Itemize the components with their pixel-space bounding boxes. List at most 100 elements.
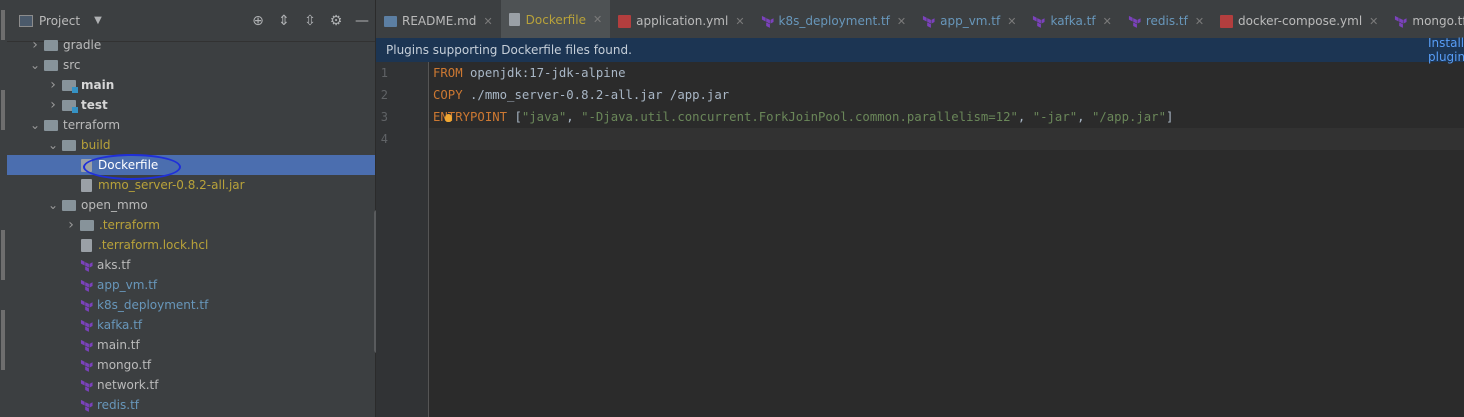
file-icon xyxy=(508,13,520,26)
tree-item-label: gradle xyxy=(63,38,102,52)
folder-icon xyxy=(62,199,76,211)
markdown-icon xyxy=(384,15,397,27)
terraform-icon xyxy=(80,299,93,312)
tree-item-mmo-server-0-8-2-all-jar[interactable]: mmo_server-0.8.2-all.jar xyxy=(7,175,375,195)
terraform-icon xyxy=(80,379,93,392)
tree-item-label: k8s_deployment.tf xyxy=(97,298,209,312)
folder-icon xyxy=(44,39,58,51)
expand-all-icon[interactable]: ⇕ xyxy=(271,13,297,29)
string-literal: "java" xyxy=(521,110,567,124)
tab-app-vm-tf[interactable]: app_vm.tf ✕ xyxy=(914,0,1024,41)
close-icon[interactable]: ✕ xyxy=(1195,15,1204,28)
project-tool-tab[interactable] xyxy=(1,10,5,40)
tab-readme-md[interactable]: README.md ✕ xyxy=(376,0,501,41)
folder-icon xyxy=(80,219,94,231)
tab-dockerfile[interactable]: Dockerfile ✕ xyxy=(500,0,611,41)
project-icon xyxy=(19,14,33,27)
tab-label: Dockerfile xyxy=(525,12,586,27)
tree-item-label: main xyxy=(81,78,115,92)
line-number: 3 xyxy=(380,110,388,124)
tree-item-network-tf[interactable]: network.tf xyxy=(7,375,375,395)
tab-label: app_vm.tf xyxy=(940,14,1001,28)
banner-text: Plugins supporting Dockerfile files foun… xyxy=(386,43,632,57)
source-folder-icon xyxy=(62,99,78,113)
line-number: 1 xyxy=(380,66,388,80)
tree-item-label: app_vm.tf xyxy=(97,278,158,292)
current-line-highlight xyxy=(429,128,1464,150)
terraform-icon xyxy=(1394,15,1407,28)
terraform-icon xyxy=(80,399,93,412)
tree-item-mongo-tf[interactable]: mongo.tf xyxy=(7,355,375,375)
chevron-right-icon[interactable]: › xyxy=(65,217,77,233)
terraform-icon xyxy=(80,279,93,292)
gear-icon[interactable]: ⚙ xyxy=(323,13,349,29)
tree-item-label: .terraform.lock.hcl xyxy=(98,238,209,252)
tree-item-kafka-tf[interactable]: kafka.tf xyxy=(7,315,375,335)
tree-item-test[interactable]: › test xyxy=(7,95,375,115)
line-number: 2 xyxy=(380,88,388,102)
tree-item-label: redis.tf xyxy=(97,398,139,412)
chevron-right-icon[interactable]: › xyxy=(47,97,59,113)
tree-item-app-vm-tf[interactable]: app_vm.tf xyxy=(7,275,375,295)
code-editor[interactable]: FROM openjdk:17-jdk-alpine COPY ./mmo_ser… xyxy=(429,62,1464,417)
plugin-banner: Plugins supporting Dockerfile files foun… xyxy=(376,36,1464,64)
close-icon[interactable]: ✕ xyxy=(1369,15,1378,28)
install-plugins-link[interactable]: Install plugins xyxy=(1428,36,1464,64)
close-icon[interactable]: ✕ xyxy=(735,15,744,28)
chevron-down-icon[interactable]: ⌄ xyxy=(29,58,41,72)
chevron-right-icon[interactable]: › xyxy=(47,77,59,93)
tree-item-label: test xyxy=(81,98,108,112)
tab-application-yml[interactable]: application.yml ✕ xyxy=(610,0,752,41)
bookmarks-tool-tab[interactable] xyxy=(1,230,5,280)
string-literal: "-Djava.util.concurrent.ForkJoinPool.com… xyxy=(581,110,1018,124)
locate-icon[interactable]: ⊕ xyxy=(245,13,271,29)
chevron-down-icon[interactable]: ▼ xyxy=(94,15,102,26)
terraform-icon xyxy=(80,339,93,352)
structure-tool-tab[interactable] xyxy=(1,90,5,130)
lightbulb-icon[interactable] xyxy=(445,114,452,122)
project-title[interactable]: Project xyxy=(39,14,80,28)
folder-icon xyxy=(44,119,58,131)
terraform-icon xyxy=(80,259,93,272)
tab-docker-compose-yml[interactable]: docker-compose.yml ✕ xyxy=(1212,0,1386,41)
tree-item-src[interactable]: ⌄ src xyxy=(7,55,375,75)
collapse-all-icon[interactable]: ⇳ xyxy=(297,13,323,29)
tree-item-label: main.tf xyxy=(97,338,140,352)
tree-item-terraform[interactable]: › .terraform xyxy=(7,215,375,235)
code-line: ENTRYPOINT ["java", "-Djava.util.concurr… xyxy=(433,110,1174,124)
chevron-down-icon[interactable]: ⌄ xyxy=(47,138,59,152)
chevron-right-icon[interactable]: › xyxy=(29,37,41,53)
tree-item-main-tf[interactable]: main.tf xyxy=(7,335,375,355)
terraform-icon xyxy=(1032,15,1045,28)
close-icon[interactable]: ✕ xyxy=(897,15,906,28)
chevron-down-icon[interactable]: ⌄ xyxy=(47,198,59,212)
tree-item-terraform-lock-hcl[interactable]: .terraform.lock.hcl xyxy=(7,235,375,255)
terraform-icon xyxy=(80,359,93,372)
tree-item-open-mmo[interactable]: ⌄ open_mmo xyxy=(7,195,375,215)
close-icon[interactable]: ✕ xyxy=(1103,15,1112,28)
tree-item-main[interactable]: › main xyxy=(7,75,375,95)
tree-item-terraform[interactable]: ⌄ terraform xyxy=(7,115,375,135)
tree-item-dockerfile[interactable]: Dockerfile xyxy=(7,155,375,175)
annotation-circle xyxy=(83,154,181,180)
terraform-icon xyxy=(1128,15,1141,28)
tree-item-label: network.tf xyxy=(97,378,159,392)
tab-kafka-tf[interactable]: kafka.tf ✕ xyxy=(1024,0,1119,41)
terraform-icon xyxy=(80,319,93,332)
tree-item-k8s-deployment-tf[interactable]: k8s_deployment.tf xyxy=(7,295,375,315)
minimize-icon[interactable]: — xyxy=(349,13,375,29)
tree-item-aks-tf[interactable]: aks.tf xyxy=(7,255,375,275)
close-icon[interactable]: ✕ xyxy=(483,15,492,28)
tree-item-build[interactable]: ⌄ build xyxy=(7,135,375,155)
file-icon xyxy=(81,178,92,192)
close-icon[interactable]: ✕ xyxy=(593,13,602,26)
tab-k8s-deployment-tf[interactable]: k8s_deployment.tf ✕ xyxy=(753,0,915,41)
chevron-down-icon[interactable]: ⌄ xyxy=(29,118,41,132)
tab-redis-tf[interactable]: redis.tf ✕ xyxy=(1120,0,1212,41)
tree-item-gradle[interactable]: › gradle xyxy=(7,35,375,55)
file-icon xyxy=(81,238,92,252)
code-line: FROM openjdk:17-jdk-alpine xyxy=(433,66,626,80)
tree-item-redis-tf[interactable]: redis.tf xyxy=(7,395,375,415)
close-icon[interactable]: ✕ xyxy=(1007,15,1016,28)
favorites-tool-tab[interactable] xyxy=(1,310,5,370)
